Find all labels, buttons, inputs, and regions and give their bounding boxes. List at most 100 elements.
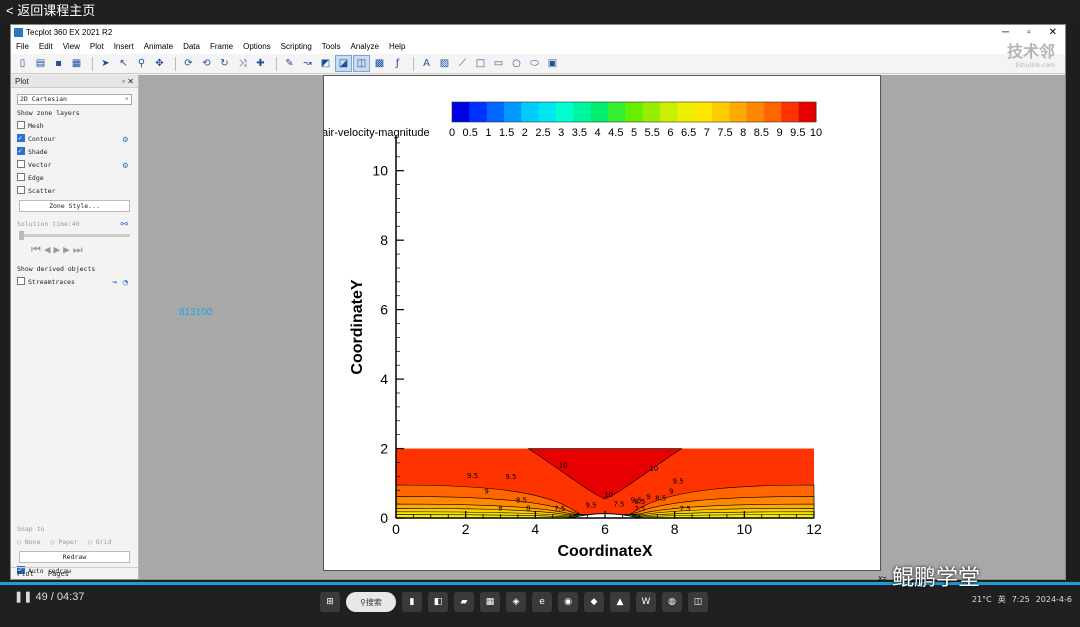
layer-scatter[interactable]: Scatter: [11, 185, 138, 198]
square-icon[interactable]: □: [473, 56, 488, 71]
browser-icon[interactable]: ◉: [558, 592, 578, 612]
circle-icon[interactable]: ○: [509, 56, 524, 71]
layer-checkbox[interactable]: [17, 132, 25, 145]
text-icon[interactable]: A: [419, 56, 434, 71]
new-file-icon[interactable]: ▯: [15, 56, 30, 71]
date[interactable]: 2024-4-6: [1036, 595, 1072, 604]
roll-icon[interactable]: ↻: [217, 56, 232, 71]
video-controls[interactable]: ❚❚ 49 / 04:37: [14, 590, 84, 603]
menu-view[interactable]: View: [63, 40, 80, 54]
app-icon[interactable]: ◧: [428, 592, 448, 612]
adjust-pointer-icon[interactable]: ↖: [116, 56, 131, 71]
rotate-icon[interactable]: ⟳: [181, 56, 196, 71]
layer-vector[interactable]: Vector ⚙: [11, 159, 138, 172]
layer-checkbox[interactable]: [17, 186, 25, 194]
y-tick-label: 4: [380, 371, 388, 387]
y-tick-label: 0: [380, 510, 388, 526]
spherical-rotate-icon[interactable]: ⟲: [199, 56, 214, 71]
menu-animate[interactable]: Animate: [144, 40, 173, 54]
pause-icon[interactable]: ❚❚: [14, 591, 32, 603]
select-pointer-icon[interactable]: ➤: [98, 56, 113, 71]
app5-icon[interactable]: ◍: [662, 592, 682, 612]
probe-icon[interactable]: ✚: [253, 56, 268, 71]
tab-plot[interactable]: Plot: [17, 570, 34, 578]
open-file-icon[interactable]: ▤: [33, 56, 48, 71]
start-icon[interactable]: ⊞: [320, 592, 340, 612]
print-icon[interactable]: ▦: [69, 56, 84, 71]
menu-tools[interactable]: Tools: [322, 40, 341, 54]
menu-scripting[interactable]: Scripting: [281, 40, 312, 54]
menu-insert[interactable]: Insert: [114, 40, 134, 54]
extract-icon[interactable]: ◫: [353, 55, 370, 72]
zoom-icon[interactable]: ⚲: [134, 56, 149, 71]
weather[interactable]: 21°C: [972, 595, 992, 604]
derived-label: Show derived objects: [17, 265, 96, 273]
save-icon[interactable]: ▪: [51, 56, 66, 71]
lang[interactable]: 英: [998, 594, 1006, 605]
plot-frame[interactable]: 0 0.5 1 1.5 2 2.5 3 3.5 4 4.5 5 5.5 6 6.5 7 7.5 8 8.5 9 9.5…: [322, 75, 881, 571]
course-back-bar[interactable]: < 返回课程主页: [0, 0, 1080, 24]
menu-edit[interactable]: Edit: [39, 40, 53, 54]
workspace: 813100 0 0.5 1 1.5 2 2.5 3 3.5 4 4.5 5 5.5 6 6.5 7 7.5 8…: [139, 75, 1065, 579]
contour-plot[interactable]: 0 0.5 1 1.5 2 2.5 3 3.5 4 4.5 5 5.5 6 6.5 7 7.5 8 8.5 9 9.5…: [322, 76, 880, 570]
time-slider[interactable]: [19, 231, 130, 240]
app3-icon[interactable]: ◆: [584, 592, 604, 612]
slice-icon[interactable]: ◩: [318, 56, 333, 71]
streamtrace-icon[interactable]: ↝: [300, 56, 315, 71]
function-icon[interactable]: ƒ: [390, 56, 405, 71]
menu-options[interactable]: Options: [243, 40, 271, 54]
folder-icon[interactable]: ▰: [454, 592, 474, 612]
layer-checkbox[interactable]: [17, 121, 25, 129]
zone-style-button[interactable]: Zone Style...: [19, 200, 130, 212]
tecplot-task-icon[interactable]: ◫: [688, 592, 708, 612]
image-icon[interactable]: ▨: [437, 56, 452, 71]
frame-icon[interactable]: ▣: [545, 56, 560, 71]
layer-shade[interactable]: Shade: [11, 145, 138, 159]
menu-frame[interactable]: Frame: [210, 40, 233, 54]
store-icon[interactable]: ▦: [480, 592, 500, 612]
tab-pages[interactable]: Pages: [48, 570, 69, 578]
layer-mesh[interactable]: Mesh: [11, 120, 138, 133]
layer-checkbox[interactable]: [17, 160, 25, 168]
layer-checkbox[interactable]: [17, 145, 25, 158]
menu-file[interactable]: File: [16, 40, 29, 54]
zone-edit-icon[interactable]: ◪: [335, 55, 352, 72]
search-button[interactable]: ⚲ 搜索: [346, 592, 396, 612]
layer-checkbox[interactable]: [17, 173, 25, 181]
twist-icon[interactable]: ⤨: [235, 56, 250, 71]
link-icon[interactable]: ⚯: [120, 219, 128, 232]
playback-controls[interactable]: ⏮◀▶▶⏭: [31, 243, 138, 257]
menu-plot[interactable]: Plot: [90, 40, 104, 54]
back-link[interactable]: < 返回课程主页: [6, 3, 95, 18]
streamtraces-checkbox[interactable]: [17, 277, 25, 285]
snap-grid[interactable]: ○ Grid: [88, 538, 111, 546]
ellipse-icon[interactable]: ⬭: [527, 56, 542, 71]
translate-icon[interactable]: ✥: [152, 56, 167, 71]
taskview-icon[interactable]: ▮: [402, 592, 422, 612]
snap-paper[interactable]: ○ Paper: [50, 538, 77, 546]
clock[interactable]: 7:25: [1012, 595, 1030, 604]
snap-options[interactable]: ○ None ○ Paper ○ Grid: [11, 536, 138, 549]
contour-label: 9.5: [585, 502, 596, 510]
edge-icon[interactable]: e: [532, 592, 552, 612]
polyline-icon[interactable]: ⟋: [455, 56, 470, 71]
snap-none[interactable]: ○ None: [17, 538, 40, 546]
colorbar-label: 9: [777, 127, 783, 139]
streamtraces-row[interactable]: Streamtraces ↝ ◔: [11, 276, 138, 289]
panel-close-icon[interactable]: ▫ ✕: [122, 75, 134, 88]
layer-contour[interactable]: Contour⚙: [11, 132, 138, 146]
menu-help[interactable]: Help: [389, 40, 405, 54]
contour-add-icon[interactable]: ✎: [282, 56, 297, 71]
menu-data[interactable]: Data: [183, 40, 200, 54]
menu-analyze[interactable]: Analyze: [350, 40, 378, 54]
rectangle-icon[interactable]: ▭: [491, 56, 506, 71]
snap-label: Snap to: [17, 525, 45, 533]
plot-type-select[interactable]: 2D Cartesian: [17, 93, 132, 105]
blanking-icon[interactable]: ▩: [372, 56, 387, 71]
app2-icon[interactable]: ◈: [506, 592, 526, 612]
layer-edge[interactable]: Edge: [11, 172, 138, 185]
wps-icon[interactable]: W: [636, 592, 656, 612]
redraw-button[interactable]: Redraw: [19, 551, 130, 563]
app4-icon[interactable]: ▲: [610, 592, 630, 612]
streamtrace-settings-icon[interactable]: ↝ ◔: [112, 277, 128, 290]
